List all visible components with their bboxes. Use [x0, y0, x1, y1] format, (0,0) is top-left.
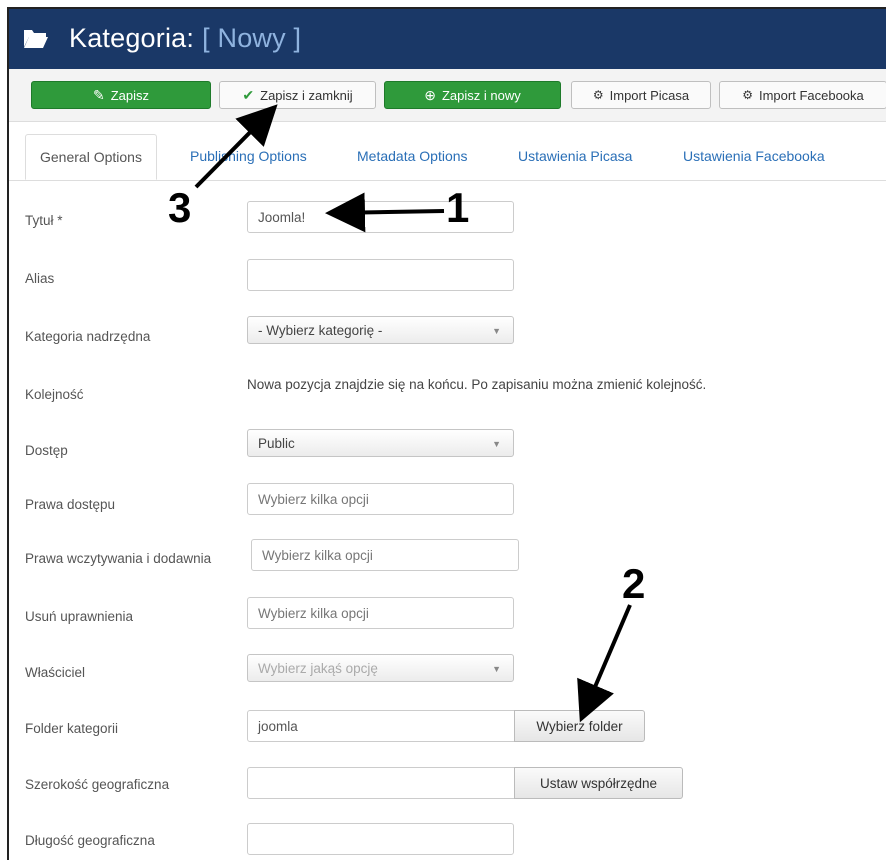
arrow-to-save-close-button — [194, 104, 278, 189]
annotation-arrows — [194, 104, 632, 723]
arrow-to-title-input — [325, 192, 445, 233]
annotation-number-2: 2 — [622, 560, 646, 607]
annotation-number-1: 1 — [446, 184, 470, 231]
annotation-number-3: 3 — [168, 184, 192, 231]
arrow-to-folder-button — [577, 604, 632, 723]
